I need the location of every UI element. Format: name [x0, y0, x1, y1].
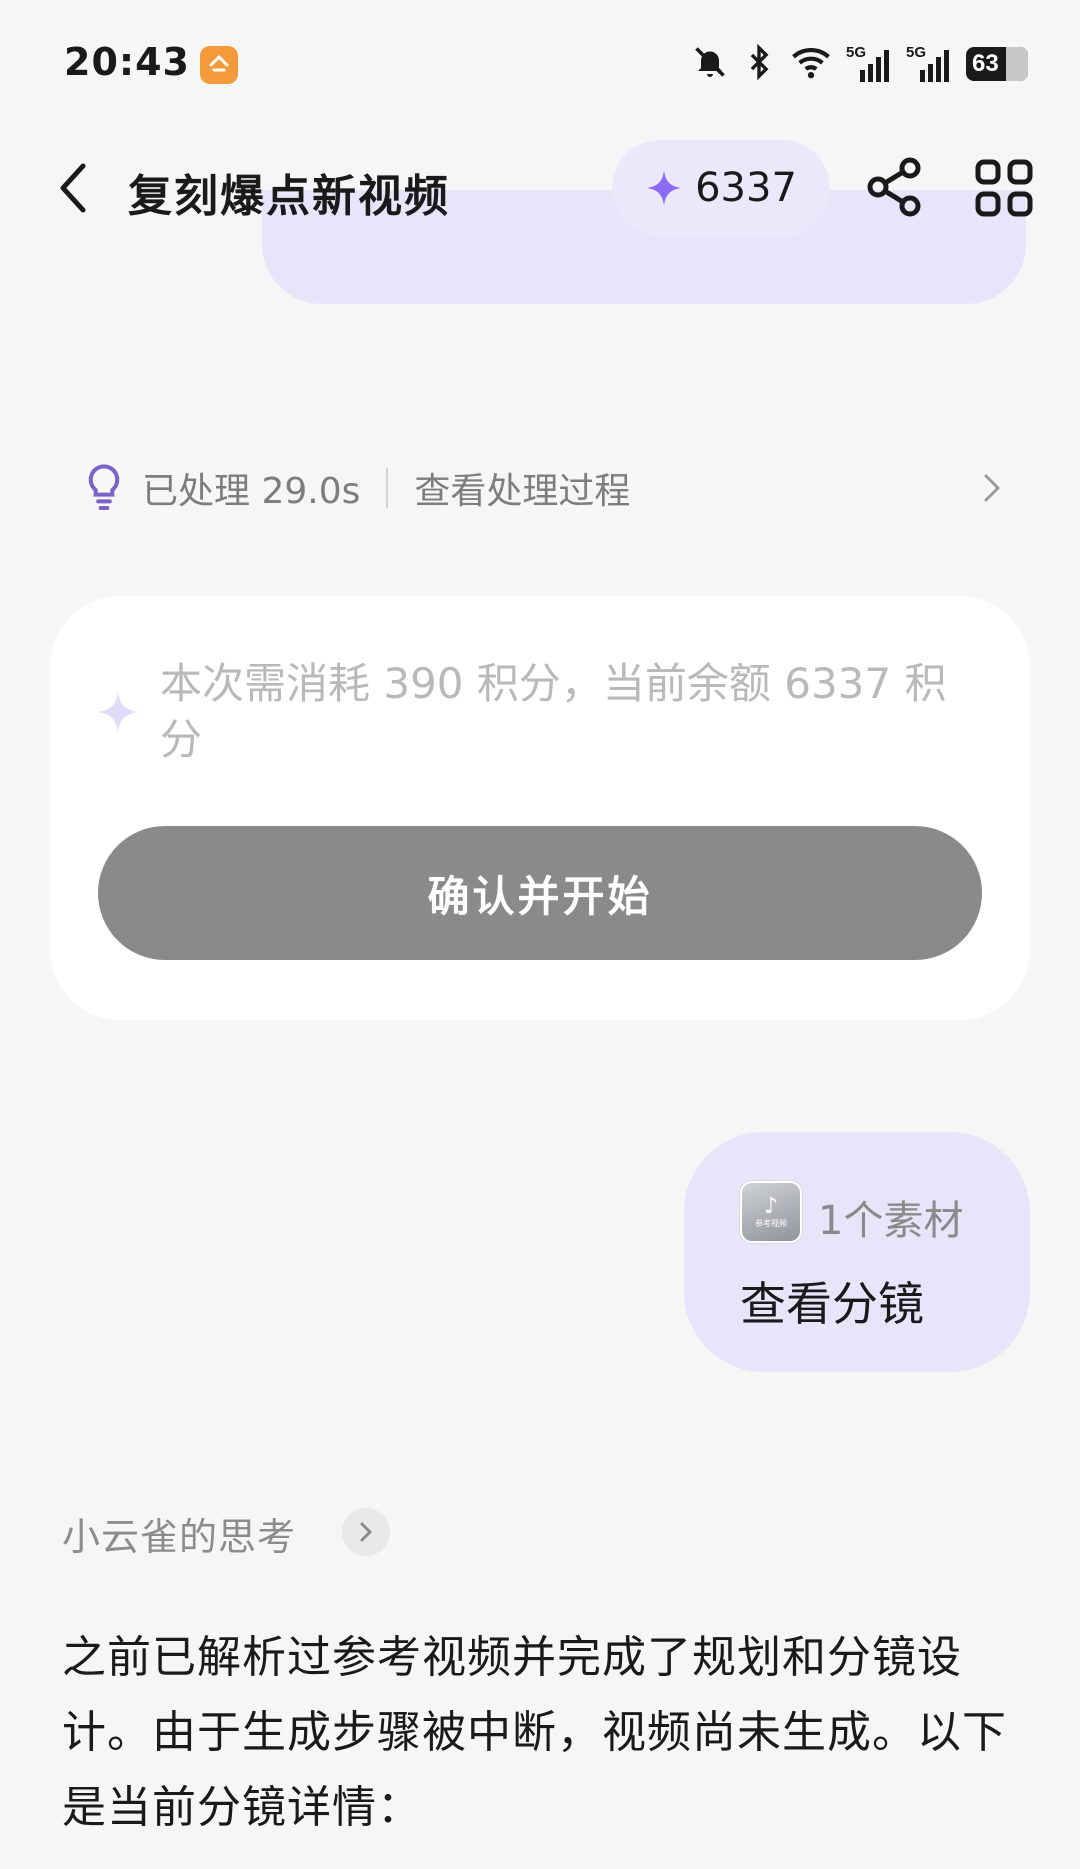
- user-message-bubble[interactable]: [684, 1132, 1030, 1372]
- page-title: 复刻爆点新视频: [128, 171, 450, 222]
- grid-icon: [975, 159, 1033, 217]
- share-button[interactable]: [862, 152, 926, 222]
- status-time: 20:43: [64, 40, 190, 84]
- chevron-right-icon: [360, 1522, 372, 1542]
- processing-duration: 已处理 29.0s: [142, 471, 361, 512]
- signal-5g-icon: 5G: [846, 44, 892, 84]
- battery-icon: 63: [966, 47, 1028, 81]
- chevron-right-icon: [984, 474, 1000, 502]
- processing-row[interactable]: 已处理 29.0s 查看处理过程: [84, 458, 1004, 518]
- music-note-icon: ♪: [763, 1194, 779, 1219]
- assistant-reply: 之前已解析过参考视频并完成了规划和分镜设计。由于生成步骤被中断，视频尚未生成。以…: [62, 1632, 1007, 1833]
- share-icon: [867, 157, 921, 217]
- cost-notice: 本次需消耗 390 积分，当前余额 6337 积分: [160, 659, 947, 764]
- signal-5g-icon: 5G: [906, 44, 952, 84]
- back-button[interactable]: [48, 158, 98, 218]
- orange-app-icon: [200, 46, 238, 84]
- sparkle-icon: [96, 690, 140, 738]
- more-apps-button[interactable]: [972, 156, 1036, 220]
- thinking-label[interactable]: 小云雀的思考: [62, 1506, 296, 1561]
- wifi-icon: [790, 44, 832, 84]
- thinking-expand-button[interactable]: [342, 1508, 390, 1556]
- bluetooth-icon: [742, 43, 776, 84]
- points-balance-button[interactable]: 6337: [612, 140, 830, 236]
- sparkle-icon: [646, 170, 682, 206]
- chevron-left-icon: [60, 163, 86, 213]
- points-value: 6337: [695, 165, 797, 211]
- lightbulb-icon: [88, 464, 120, 510]
- material-count: 1个素材: [818, 1198, 964, 1244]
- user-message-text: 查看分镜: [740, 1277, 924, 1331]
- battery-level: 63: [972, 50, 999, 77]
- thumbnail-caption: 参考视频: [755, 1219, 787, 1228]
- confirm-start-button[interactable]: 确认并开始: [98, 826, 982, 960]
- material-thumbnail[interactable]: ♪ 参考视频: [740, 1181, 802, 1243]
- divider: [386, 468, 389, 508]
- view-process-link[interactable]: 查看处理过程: [414, 462, 630, 514]
- status-icons: 5G 5G 63: [692, 43, 1028, 84]
- mute-icon: [692, 44, 728, 84]
